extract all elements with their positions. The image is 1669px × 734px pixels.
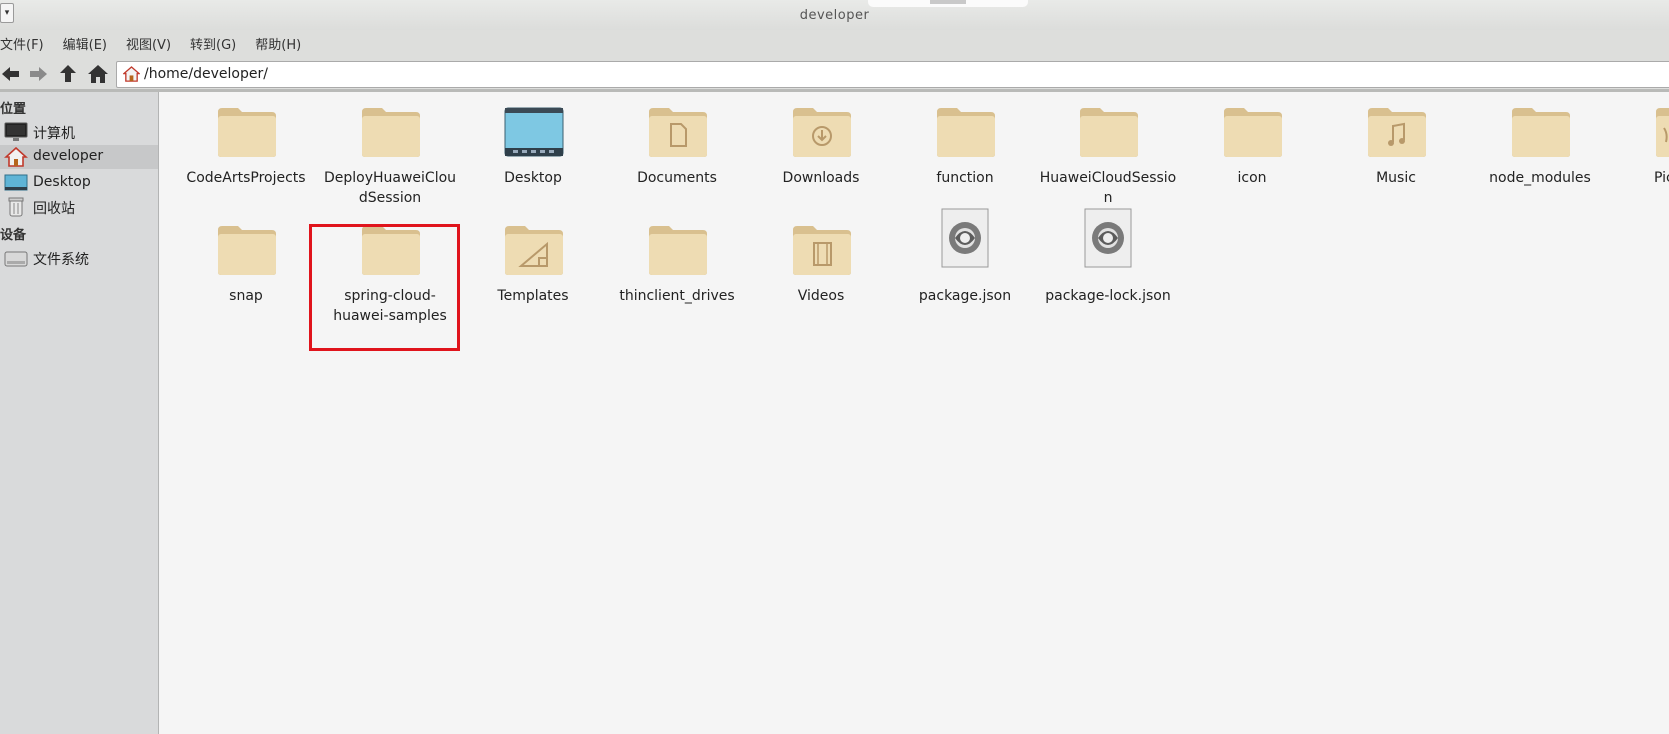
sidebar-item-label: 回收站 <box>33 201 75 217</box>
file-name: Music <box>1376 170 1416 186</box>
folder-icon <box>218 108 276 157</box>
file-name: node_modules <box>1489 170 1591 186</box>
back-button[interactable] <box>0 63 24 85</box>
sidebar-item-filesystem[interactable]: 文件系统 <box>0 246 158 270</box>
menu-view[interactable]: 视图(V) <box>126 34 180 53</box>
desktop-folder-icon <box>504 107 564 157</box>
sidebar-item-computer[interactable]: 计算机 <box>0 120 158 144</box>
file-item[interactable]: Desktop <box>463 106 603 196</box>
file-name: Desktop <box>504 170 562 186</box>
menu-bar: 文件(F) 编辑(E) 视图(V) 转到(G) 帮助(H) <box>0 30 1669 57</box>
file-name: Templates <box>497 288 569 304</box>
documents-folder-icon <box>649 108 707 157</box>
places-header: 位置 <box>0 102 27 117</box>
location-path: /home/developer/ <box>144 66 268 82</box>
file-name: snap <box>229 288 263 304</box>
folder-icon <box>1080 108 1138 157</box>
file-name: function <box>936 170 994 186</box>
highlight-box <box>309 224 460 351</box>
file-name: Documents <box>637 170 717 186</box>
file-name: CodeArtsProjects <box>186 170 306 186</box>
up-arrow-icon <box>60 65 76 82</box>
menu-file[interactable]: 文件(F) <box>0 34 53 53</box>
file-name: HuaweiCloudSession <box>1039 170 1177 206</box>
file-item[interactable]: snap <box>176 224 316 314</box>
file-item[interactable]: Downloads <box>751 106 891 196</box>
file-item[interactable]: HuaweiCloudSession <box>1038 106 1178 206</box>
file-name: package-lock.json <box>1045 288 1171 304</box>
location-bar[interactable]: /home/developer/ <box>116 61 1669 88</box>
music-folder-icon <box>1368 108 1426 157</box>
sidebar: 位置 计算机 developer Desktop 回收站 设备 文件系统 <box>0 92 159 734</box>
file-item[interactable]: package.json <box>895 208 1035 318</box>
title-tab-indicator <box>930 0 966 4</box>
file-item[interactable]: icon <box>1182 106 1322 196</box>
toolbar: /home/developer/ <box>0 57 1669 92</box>
title-bar: ▾ developer <box>0 0 1669 30</box>
file-name: package.json <box>918 288 1012 304</box>
file-item[interactable]: Templates <box>463 224 603 314</box>
file-item[interactable]: CodeArtsProjects <box>176 106 316 196</box>
home-location-icon <box>123 66 140 82</box>
videos-folder-icon <box>793 226 851 275</box>
file-item[interactable]: Documents <box>607 106 747 196</box>
menu-edit[interactable]: 编辑(E) <box>63 34 116 53</box>
up-button[interactable] <box>57 63 81 85</box>
forward-button[interactable] <box>27 63 51 85</box>
sidebar-item-desktop[interactable]: Desktop <box>0 171 158 195</box>
folder-icon <box>362 108 420 157</box>
file-view[interactable]: CodeArtsProjects DeployHuaweiCloudSessio… <box>159 92 1669 734</box>
file-name: Videos <box>797 288 845 304</box>
forward-arrow-icon <box>30 67 47 81</box>
menu-help[interactable]: 帮助(H) <box>255 34 310 53</box>
home-icon <box>4 147 28 167</box>
trash-icon <box>8 197 24 217</box>
templates-folder-icon <box>505 226 563 275</box>
json-file-icon <box>1084 208 1132 268</box>
folder-icon <box>649 226 707 275</box>
back-arrow-icon <box>2 67 19 81</box>
file-item[interactable]: Videos <box>751 224 891 314</box>
file-name: DeployHuaweiCloudSession <box>323 170 457 206</box>
file-item[interactable]: thinclient_drives <box>607 224 747 314</box>
file-item[interactable]: Pic <box>1614 106 1669 196</box>
sidebar-item-label: Desktop <box>33 174 91 190</box>
downloads-folder-icon <box>793 108 851 157</box>
home-icon <box>88 65 108 83</box>
folder-icon <box>1512 108 1570 157</box>
drive-icon <box>4 251 28 267</box>
folder-icon <box>218 226 276 275</box>
sidebar-item-trash[interactable]: 回收站 <box>0 195 158 219</box>
sidebar-item-label: developer <box>33 148 104 164</box>
folder-icon <box>1224 108 1282 157</box>
window-title: developer <box>799 8 870 23</box>
devices-header: 设备 <box>0 228 27 243</box>
pictures-folder-icon <box>1656 108 1669 157</box>
menu-go[interactable]: 转到(G) <box>190 34 245 53</box>
json-file-icon <box>941 208 989 268</box>
home-button[interactable] <box>87 63 111 85</box>
file-name: Downloads <box>782 170 860 186</box>
file-name: icon <box>1237 170 1267 186</box>
file-name: thinclient_drives <box>619 288 735 304</box>
file-item[interactable]: function <box>895 106 1035 196</box>
file-item[interactable]: package-lock.json <box>1038 208 1178 318</box>
sidebar-item-label: 计算机 <box>33 126 75 142</box>
sidebar-item-developer[interactable]: developer <box>0 145 158 169</box>
sidebar-item-label: 文件系统 <box>33 252 89 268</box>
file-item[interactable]: DeployHuaweiCloudSession <box>320 106 460 216</box>
monitor-icon <box>4 122 28 141</box>
file-item[interactable]: Music <box>1326 106 1466 196</box>
desktop-icon <box>4 174 28 191</box>
file-name: Pic <box>1654 170 1669 186</box>
file-item[interactable]: node_modules <box>1470 106 1610 196</box>
folder-icon <box>937 108 995 157</box>
